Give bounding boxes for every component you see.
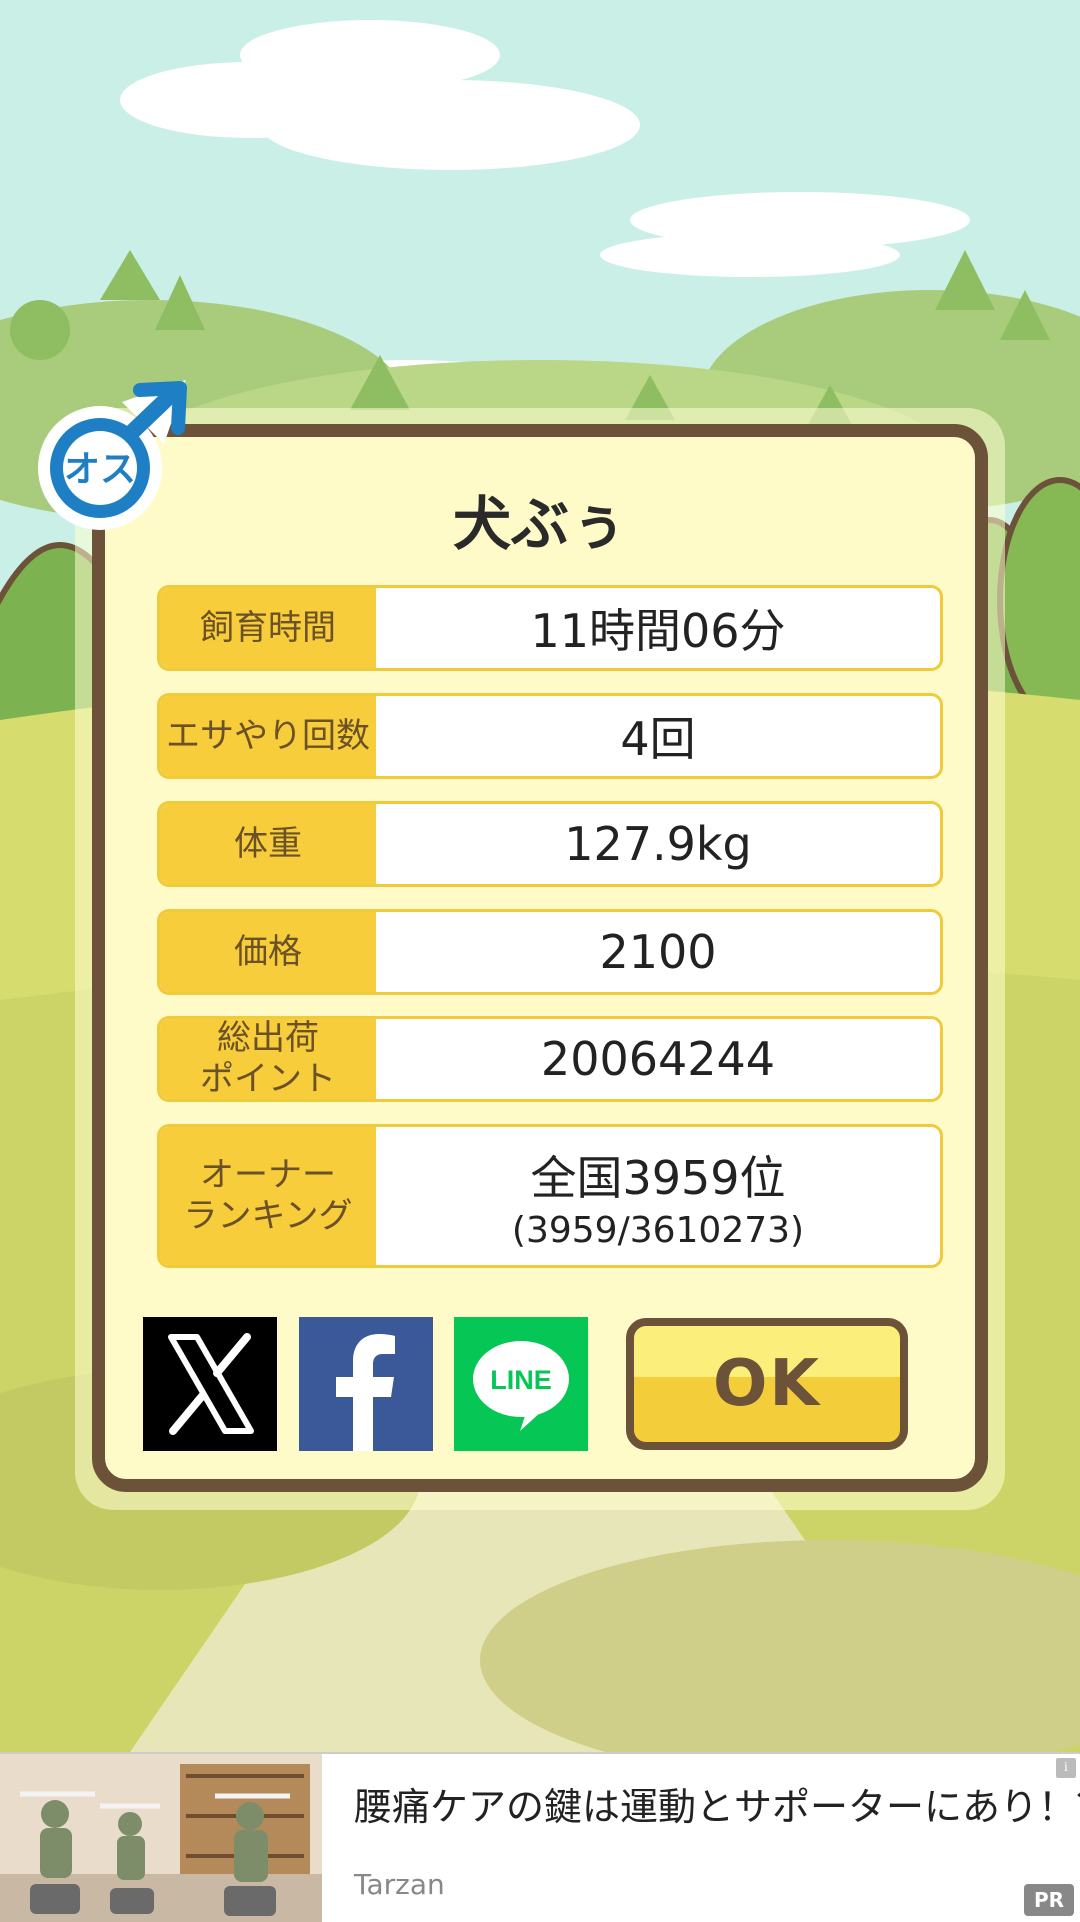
ad-pr-badge: PR bbox=[1024, 1884, 1074, 1916]
line-logo-icon: LINE bbox=[473, 1341, 569, 1431]
ad-title[interactable]: 腰痛ケアの鍵は運動とサポーターにあり！？ bbox=[354, 1776, 1080, 1831]
stat-value: 全国3959位 bbox=[530, 1150, 786, 1205]
ad-info-icon[interactable]: i bbox=[1056, 1758, 1076, 1778]
stat-label: オーナー ランキング bbox=[160, 1127, 376, 1265]
facebook-logo-icon bbox=[336, 1334, 395, 1451]
gender-text: オス bbox=[64, 449, 136, 490]
stat-label: 体重 bbox=[160, 804, 376, 884]
stat-label: 価格 bbox=[160, 912, 376, 992]
stat-value: 127.9kg bbox=[564, 817, 752, 871]
share-x-button[interactable] bbox=[143, 1317, 277, 1451]
stat-row-raising-time: 飼育時間 11時間06分 bbox=[157, 585, 943, 671]
share-facebook-button[interactable] bbox=[299, 1317, 433, 1451]
stat-row-total-shipping-points: 総出荷 ポイント 20064244 bbox=[157, 1016, 943, 1102]
ad-banner[interactable]: 腰痛ケアの鍵は運動とサポーターにあり！？ Tarzan i PR bbox=[0, 1752, 1080, 1922]
stat-value: 11時間06分 bbox=[530, 604, 786, 658]
stat-value: 20064244 bbox=[540, 1032, 776, 1086]
stat-value: 4回 bbox=[620, 712, 696, 766]
ok-button[interactable]: OK bbox=[626, 1318, 908, 1450]
male-symbol-icon: オス bbox=[38, 380, 187, 530]
ad-image[interactable] bbox=[0, 1754, 322, 1922]
stat-row-price: 価格 2100 bbox=[157, 909, 943, 995]
stat-label: 飼育時間 bbox=[160, 588, 376, 668]
line-logo-text: LINE bbox=[490, 1365, 552, 1395]
stat-label: 総出荷 ポイント bbox=[160, 1019, 376, 1099]
stat-sub-value: (3959/3610273) bbox=[511, 1209, 805, 1251]
pet-info-dialog: 犬ぶぅ 飼育時間 11時間06分 エサやり回数 4回 体重 127.9kg 価格… bbox=[92, 424, 988, 1492]
male-gender-badge: オス bbox=[36, 372, 196, 532]
pet-name: 犬ぶぅ bbox=[452, 490, 627, 558]
stat-row-owner-ranking: オーナー ランキング 全国3959位 (3959/3610273) bbox=[157, 1124, 943, 1268]
stat-value: 2100 bbox=[599, 925, 717, 979]
ad-source: Tarzan bbox=[354, 1868, 445, 1901]
x-logo-icon bbox=[168, 1333, 254, 1435]
share-line-button[interactable]: LINE bbox=[454, 1317, 588, 1451]
stat-label: エサやり回数 bbox=[160, 696, 376, 776]
stat-row-feeding-count: エサやり回数 4回 bbox=[157, 693, 943, 779]
stat-row-weight: 体重 127.9kg bbox=[157, 801, 943, 887]
